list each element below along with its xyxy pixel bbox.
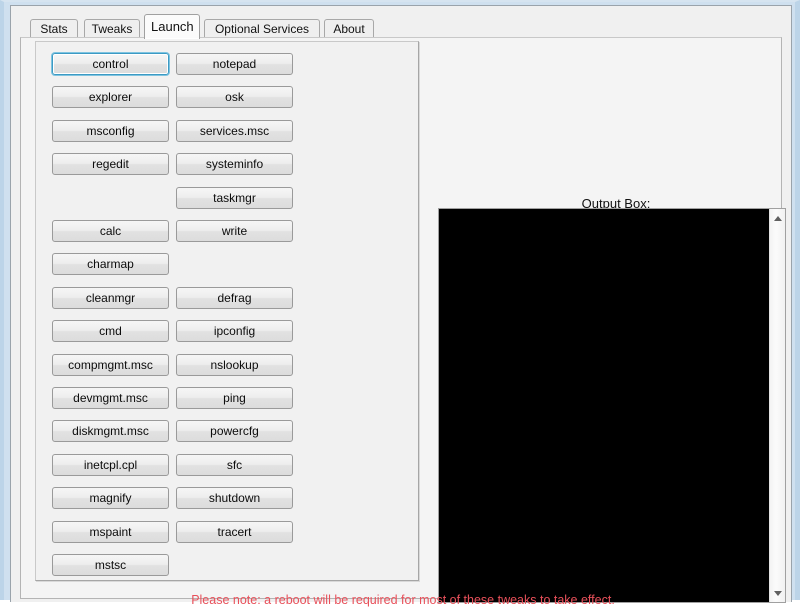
launch-button-regedit[interactable]: regedit [52,153,169,175]
launch-button-inetcpl-cpl[interactable]: inetcpl.cpl [52,454,169,476]
reboot-note: Please note: a reboot will be required f… [191,593,615,607]
launch-button-calc[interactable]: calc [52,220,169,242]
launch-button-explorer[interactable]: explorer [52,86,169,108]
launch-button-services-msc[interactable]: services.msc [176,120,293,142]
launch-button-systeminfo[interactable]: systeminfo [176,153,293,175]
launch-button-osk[interactable]: osk [176,86,293,108]
launch-button-cleanmgr[interactable]: cleanmgr [52,287,169,309]
launch-button-write[interactable]: write [176,220,293,242]
scroll-up-icon[interactable] [770,210,786,226]
tab-launch[interactable]: Launch [144,14,200,39]
application-window: Stats Tweaks Launch Optional Services About … [0,0,800,607]
client-area: Stats Tweaks Launch Optional Services About … [12,7,790,607]
launch-button-msconfig[interactable]: msconfig [52,120,169,142]
launch-button-compmgmt-msc[interactable]: compmgmt.msc [52,354,169,376]
output-box-text[interactable] [439,209,769,602]
launch-button-shutdown[interactable]: shutdown [176,487,293,509]
launch-button-tracert[interactable]: tracert [176,521,293,543]
launch-button-ping[interactable]: ping [176,387,293,409]
launch-button-taskmgr[interactable]: taskmgr [176,187,293,209]
output-box-scrollbar[interactable] [769,209,785,602]
launch-button-sfc[interactable]: sfc [176,454,293,476]
launch-button-ipconfig[interactable]: ipconfig [176,320,293,342]
tab-strip: Stats Tweaks Launch Optional Services About [20,13,780,39]
tab-stats[interactable]: Stats [30,19,78,39]
tab-page-launch: control explorer msconfig regedit calc charma… [20,37,786,603]
launch-button-diskmgmt-msc[interactable]: diskmgmt.msc [52,420,169,442]
output-box-container [438,208,786,603]
tab-optional-services[interactable]: Optional Services [204,19,320,39]
launch-button-cmd[interactable]: cmd [52,320,169,342]
tab-tweaks[interactable]: Tweaks [84,19,140,39]
launch-button-notepad[interactable]: notepad [176,53,293,75]
launch-button-nslookup[interactable]: nslookup [176,354,293,376]
launch-button-devmgmt-msc[interactable]: devmgmt.msc [52,387,169,409]
launch-button-mstsc[interactable]: mstsc [52,554,169,576]
window-inner-panel: Stats Tweaks Launch Optional Services About … [10,5,792,607]
triangle-up-glyph [774,215,782,221]
launch-button-defrag[interactable]: defrag [176,287,293,309]
launch-button-control[interactable]: control [52,53,169,75]
launch-button-charmap[interactable]: charmap [52,253,169,275]
launch-button-magnify[interactable]: magnify [52,487,169,509]
tab-about[interactable]: About [324,19,374,39]
launch-button-powercfg[interactable]: powercfg [176,420,293,442]
launch-buttons-group: control explorer msconfig regedit calc charma… [35,41,419,581]
launch-button-mspaint[interactable]: mspaint [52,521,169,543]
